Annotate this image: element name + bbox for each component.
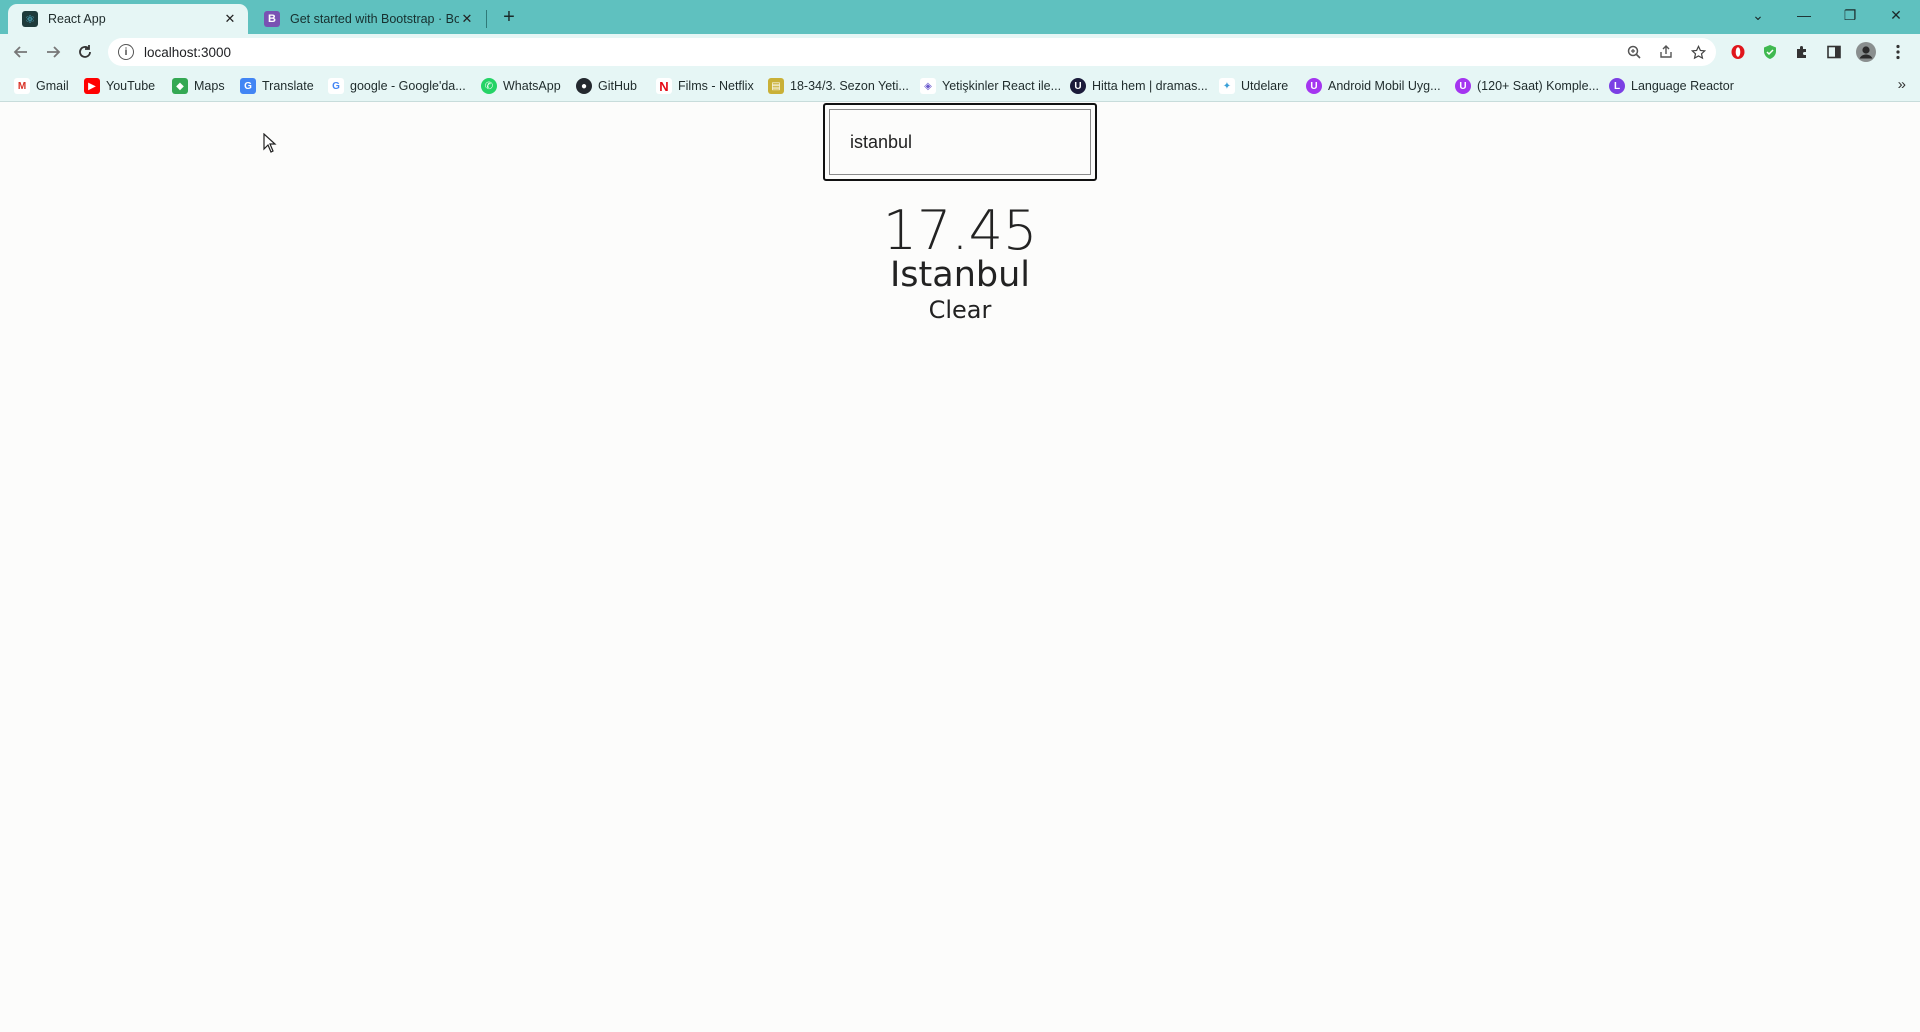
city-name: Istanbul — [889, 255, 1031, 295]
bookmark-komple[interactable]: U (120+ Saat) Komple... — [1455, 77, 1599, 95]
language-reactor-icon: L — [1609, 78, 1625, 94]
bookmark-language-reactor[interactable]: L Language Reactor — [1609, 77, 1734, 95]
bookmark-label: Android Mobil Uyg... — [1328, 79, 1441, 93]
bookmark-gmail[interactable]: M Gmail — [14, 77, 69, 95]
url-text: localhost:3000 — [144, 44, 232, 60]
bookmark-utdelare[interactable]: ✦ Utdelare — [1219, 77, 1288, 95]
bookmark-label: Yetişkinler React ile... — [942, 79, 1062, 93]
bookmark-github[interactable]: ● GitHub — [576, 77, 637, 95]
address-bar[interactable]: i localhost:3000 — [108, 38, 1716, 66]
bookmark-label: Hitta hem | dramas... — [1092, 79, 1208, 93]
profile-avatar-icon[interactable] — [1856, 42, 1876, 62]
close-tab-icon[interactable]: ✕ — [222, 11, 238, 27]
more-bookmarks-icon[interactable]: » — [1898, 76, 1906, 93]
tab-divider — [486, 10, 487, 28]
udemy-icon: U — [1306, 78, 1322, 94]
back-button[interactable] — [8, 39, 34, 65]
bookmark-whatsapp[interactable]: ✆ WhatsApp — [481, 77, 561, 95]
bookmark-google-search[interactable]: G google - Google'da... — [328, 77, 466, 95]
bookmark-translate[interactable]: G Translate — [240, 77, 314, 95]
bookmark-label: google - Google'da... — [350, 79, 466, 93]
bookmark-label: Maps — [194, 79, 225, 93]
city-search-input[interactable] — [829, 109, 1091, 175]
bookmark-hitta[interactable]: U Hitta hem | dramas... — [1070, 77, 1208, 95]
tab-title: Get started with Bootstrap · Boot — [290, 12, 459, 26]
bookmark-react[interactable]: ◈ Yetişkinler React ile... — [920, 77, 1061, 95]
extensions-puzzle-icon[interactable] — [1792, 42, 1812, 62]
bookmark-label: (120+ Saat) Komple... — [1477, 79, 1599, 93]
tab-search-button[interactable]: ⌄ — [1740, 3, 1776, 27]
github-icon: ● — [576, 78, 592, 94]
translate-icon: G — [240, 78, 256, 94]
bookmark-label: Gmail — [36, 79, 69, 93]
bookmark-label: Translate — [262, 79, 314, 93]
tab-bootstrap[interactable]: B Get started with Bootstrap · Boot ✕ — [250, 4, 485, 34]
side-panel-icon[interactable] — [1824, 42, 1844, 62]
maps-icon: ◆ — [172, 78, 188, 94]
folder-icon: ▤ — [768, 78, 784, 94]
udemy-icon: U — [1455, 78, 1471, 94]
bookmarks-bar: M Gmail ▶ YouTube ◆ Maps G Translate G g… — [0, 70, 1920, 102]
bookmark-sezon[interactable]: ▤ 18-34/3. Sezon Yeti... — [768, 77, 909, 95]
reload-button[interactable] — [72, 39, 98, 65]
reload-icon — [79, 45, 91, 58]
bookmark-label: Films - Netflix — [678, 79, 754, 93]
bookmark-label: YouTube — [106, 79, 156, 93]
maximize-button[interactable]: ❐ — [1832, 3, 1868, 27]
bookmark-icon: ◈ — [920, 78, 936, 94]
forward-button[interactable] — [40, 39, 66, 65]
opera-extension-icon[interactable] — [1728, 42, 1748, 62]
youtube-icon: ▶ — [84, 78, 100, 94]
bookmark-label: GitHub — [598, 79, 637, 93]
browser-titlebar: ⚛ React App ✕ B Get started with Bootstr… — [0, 0, 1920, 34]
share-icon[interactable] — [1656, 42, 1676, 62]
site-info-icon[interactable]: i — [118, 44, 134, 60]
temperature-value: 17.45 — [882, 199, 1038, 262]
bookmark-label: 18-34/3. Sezon Yeti... — [790, 79, 909, 93]
new-tab-button[interactable]: + — [498, 5, 520, 29]
netflix-icon: N — [656, 78, 672, 94]
zoom-icon[interactable] — [1624, 42, 1644, 62]
close-tab-icon[interactable]: ✕ — [459, 11, 475, 27]
back-arrow-icon — [13, 46, 27, 58]
gmail-icon: M — [14, 78, 30, 94]
google-icon: G — [328, 78, 344, 94]
tab-title: React App — [48, 12, 106, 26]
bookmark-netflix[interactable]: N Films - Netflix — [656, 77, 754, 95]
bookmark-label: Utdelare — [1241, 79, 1289, 93]
mouse-cursor-icon — [263, 133, 277, 153]
whatsapp-icon: ✆ — [481, 78, 497, 94]
hitta-icon: U — [1070, 78, 1086, 94]
weather-condition: Clear — [928, 296, 992, 324]
bookmark-android[interactable]: U Android Mobil Uyg... — [1306, 77, 1441, 95]
forward-arrow-icon — [47, 46, 61, 58]
bookmark-star-icon[interactable] — [1688, 42, 1708, 62]
weather-app: 17.45 Istanbul Clear — [0, 103, 1920, 1032]
bookmark-label: Language Reactor — [1631, 79, 1734, 93]
close-window-button[interactable]: ✕ — [1878, 3, 1914, 27]
minimize-button[interactable]: — — [1786, 3, 1822, 27]
bookmark-label: WhatsApp — [503, 79, 561, 93]
search-box — [823, 103, 1097, 181]
bootstrap-favicon-icon: B — [264, 11, 280, 27]
utdelare-icon: ✦ — [1219, 78, 1235, 94]
bookmark-youtube[interactable]: ▶ YouTube — [84, 77, 155, 95]
bookmark-maps[interactable]: ◆ Maps — [172, 77, 225, 95]
browser-toolbar: i localhost:3000 — [0, 34, 1920, 70]
browser-menu-icon[interactable] — [1888, 42, 1908, 62]
tab-react-app[interactable]: ⚛ React App ✕ — [8, 4, 248, 34]
shield-extension-icon[interactable] — [1760, 42, 1780, 62]
react-favicon-icon: ⚛ — [22, 11, 38, 27]
